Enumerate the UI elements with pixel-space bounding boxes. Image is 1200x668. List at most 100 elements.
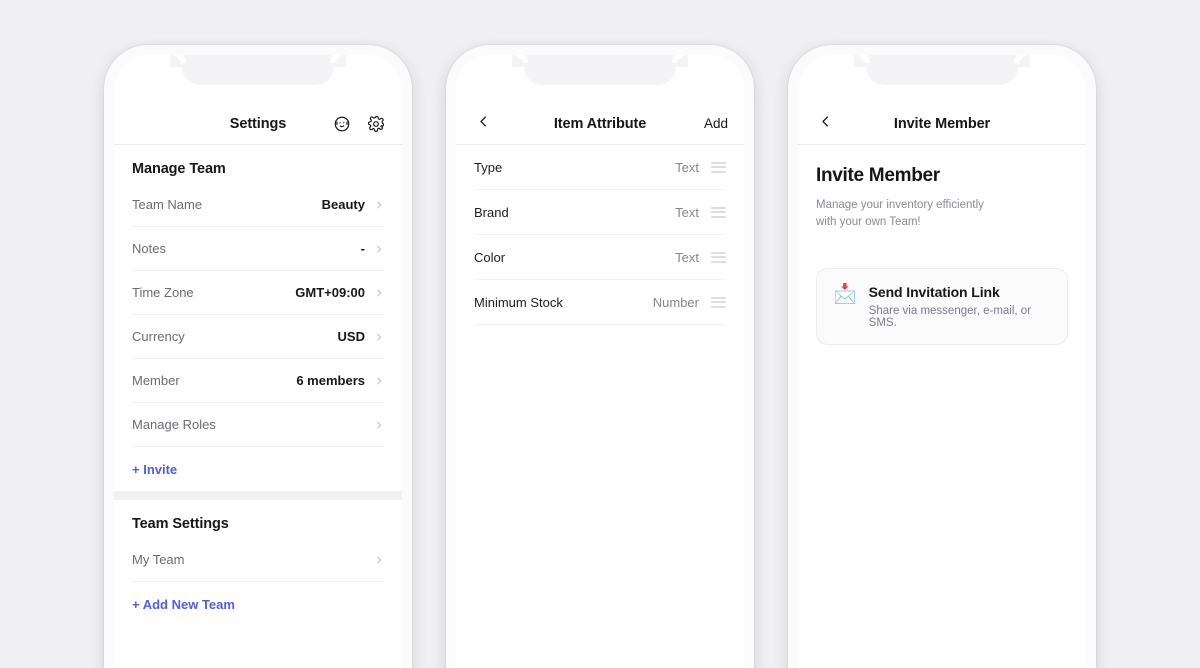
settings-row-manage-roles[interactable]: Manage Roles bbox=[132, 403, 384, 447]
drag-handle-icon[interactable] bbox=[711, 296, 726, 308]
row-label: Time Zone bbox=[132, 285, 194, 300]
settings-row-notes[interactable]: Notes - bbox=[132, 227, 384, 271]
row-label: Notes bbox=[132, 241, 166, 256]
attribute-right: Text bbox=[675, 250, 726, 265]
row-label: My Team bbox=[132, 552, 185, 567]
row-right: 6 members bbox=[296, 373, 384, 388]
chevron-right-icon bbox=[374, 332, 384, 342]
manage-team-card: Manage Team Team Name Beauty Notes - Tim… bbox=[114, 145, 402, 491]
team-settings-title: Team Settings bbox=[132, 516, 229, 532]
back-button[interactable] bbox=[472, 113, 494, 135]
attribute-type: Number bbox=[652, 294, 699, 310]
attribute-type: Text bbox=[675, 159, 699, 175]
settings-row-time-zone[interactable]: Time Zone GMT+09:00 bbox=[132, 271, 384, 315]
phone-settings: Settings Manage Team Team Name Beauty No… bbox=[104, 45, 412, 668]
attribute-row-minimum-stock[interactable]: Minimum Stock Number bbox=[474, 280, 726, 325]
row-right: GMT+09:00 bbox=[295, 285, 384, 300]
chevron-left-icon bbox=[476, 114, 491, 134]
settings-row-team-name[interactable]: Team Name Beauty bbox=[132, 183, 384, 227]
section-divider bbox=[114, 491, 402, 500]
invite-subtitle-line2: with your own Team! bbox=[816, 215, 921, 228]
send-invitation-text-block: Send Invitation Link Share via messenger… bbox=[869, 284, 1051, 329]
attribute-row-brand[interactable]: Brand Text bbox=[474, 190, 726, 235]
phone-invite-member: Invite Member Invite Member Manage your … bbox=[788, 45, 1096, 668]
attribute-row-color[interactable]: Color Text bbox=[474, 235, 726, 280]
navbar-actions bbox=[332, 114, 386, 134]
phone-item-attribute: Item Attribute Add Type Text Brand Text bbox=[446, 45, 754, 668]
chevron-right-icon bbox=[374, 376, 384, 386]
invite-link-label: + Invite bbox=[132, 461, 178, 477]
settings-row-my-team[interactable]: My Team bbox=[132, 538, 384, 582]
chevron-left-icon bbox=[818, 114, 833, 134]
add-new-team-label: + Add New Team bbox=[132, 596, 235, 612]
attribute-type: Text bbox=[675, 204, 699, 220]
screenshot-stage: Settings Manage Team Team Name Beauty No… bbox=[0, 0, 1200, 668]
status-notch-area bbox=[456, 55, 744, 103]
row-label: Manage Roles bbox=[132, 417, 216, 432]
row-right bbox=[365, 555, 384, 565]
row-value: Beauty bbox=[321, 197, 365, 212]
settings-row-currency[interactable]: Currency USD bbox=[132, 315, 384, 359]
chevron-right-icon bbox=[374, 244, 384, 254]
row-right: Beauty bbox=[322, 197, 384, 212]
attribute-row-type[interactable]: Type Text bbox=[474, 145, 726, 190]
invite-link-row[interactable]: + Invite bbox=[132, 447, 384, 491]
dynamic-island-notch bbox=[170, 55, 346, 85]
manage-team-title: Manage Team bbox=[132, 161, 226, 177]
dynamic-island-notch bbox=[512, 55, 688, 85]
status-notch-area bbox=[114, 55, 402, 103]
attribute-right: Text bbox=[675, 160, 726, 175]
attribute-right: Text bbox=[675, 205, 726, 220]
chevron-right-icon bbox=[374, 288, 384, 298]
page-title: Invite Member bbox=[893, 115, 991, 132]
item-attribute-screen: Item Attribute Add Type Text Brand Text bbox=[456, 55, 744, 668]
drag-handle-icon[interactable] bbox=[711, 161, 726, 173]
settings-screen: Settings Manage Team Team Name Beauty No… bbox=[114, 55, 402, 668]
settings-navbar: Settings bbox=[114, 103, 402, 145]
row-label: Team Name bbox=[132, 197, 203, 212]
send-invitation-title: Send Invitation Link bbox=[868, 284, 1000, 301]
back-button[interactable] bbox=[814, 113, 836, 135]
row-right: USD bbox=[338, 329, 384, 344]
page-title: Item Attribute bbox=[553, 115, 647, 132]
item-attribute-navbar: Item Attribute Add bbox=[456, 103, 744, 145]
add-new-team-link-row[interactable]: + Add New Team bbox=[132, 582, 384, 626]
team-settings-card: Team Settings My Team + Add New Team bbox=[114, 500, 402, 626]
invite-subtitle-line1: Manage your inventory efficiently bbox=[816, 199, 984, 211]
attribute-label: Color bbox=[474, 249, 506, 265]
row-right: - bbox=[361, 241, 384, 256]
navbar-actions: Add bbox=[704, 116, 728, 131]
headset-support-icon[interactable] bbox=[332, 114, 352, 134]
chevron-right-icon bbox=[374, 200, 384, 210]
invite-member-screen: Invite Member Invite Member Manage your … bbox=[798, 55, 1086, 668]
row-label: Currency bbox=[132, 329, 185, 344]
attribute-label: Brand bbox=[474, 204, 509, 220]
drag-handle-icon[interactable] bbox=[711, 206, 726, 218]
send-invitation-link-card[interactable]: 📩 Send Invitation Link Share via messeng… bbox=[816, 268, 1068, 346]
chevron-right-icon bbox=[374, 555, 384, 565]
invite-heading: Invite Member bbox=[816, 165, 940, 186]
row-value: USD bbox=[337, 329, 365, 344]
row-value: - bbox=[360, 241, 365, 256]
attribute-label: Minimum Stock bbox=[474, 294, 563, 310]
add-button[interactable]: Add bbox=[704, 116, 728, 131]
chevron-right-icon bbox=[374, 420, 384, 430]
row-label: Member bbox=[132, 373, 180, 388]
drag-handle-icon[interactable] bbox=[711, 251, 726, 263]
invite-member-navbar: Invite Member bbox=[798, 103, 1086, 145]
row-right bbox=[365, 420, 384, 430]
row-value: 6 members bbox=[296, 373, 365, 388]
invite-subtitle: Manage your inventory efficiently with y… bbox=[816, 197, 1068, 230]
invite-body: Invite Member Manage your inventory effi… bbox=[798, 145, 1086, 346]
settings-row-member[interactable]: Member 6 members bbox=[132, 359, 384, 403]
send-invitation-subtitle: Share via messenger, e-mail, or SMS. bbox=[868, 305, 1032, 330]
row-value: GMT+09:00 bbox=[295, 285, 365, 300]
attribute-type: Text bbox=[675, 249, 699, 265]
attribute-list: Type Text Brand Text Color Text Minimum … bbox=[456, 145, 744, 325]
incoming-envelope-emoji: 📩 bbox=[833, 284, 857, 306]
attribute-right: Number bbox=[653, 295, 726, 310]
status-notch-area bbox=[798, 55, 1086, 103]
attribute-label: Type bbox=[474, 159, 503, 175]
dynamic-island-notch bbox=[854, 55, 1030, 85]
gear-icon[interactable] bbox=[366, 114, 386, 134]
